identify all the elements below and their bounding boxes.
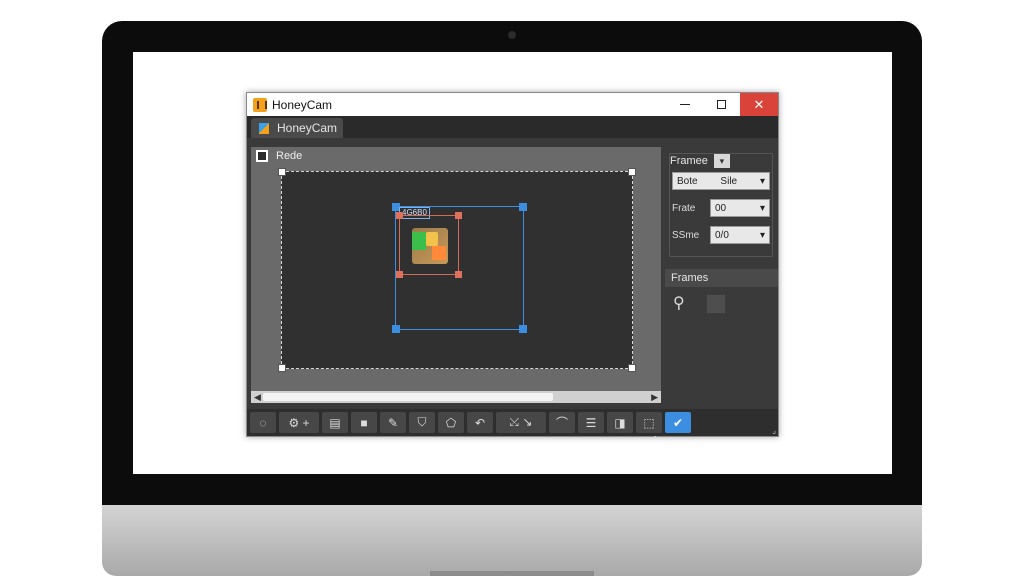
add-frames-button[interactable]: ⚙ +: [279, 412, 319, 433]
monitor-stand: [430, 571, 594, 576]
image-green-shape: [412, 232, 426, 250]
ssme-label: SSme: [672, 229, 700, 241]
frame-settings-dropdown[interactable]: ▾: [713, 154, 730, 168]
honeycam-window: HoneyCam ✕ HoneyCam Rede 4G6B0 ◀ ▶ Frame…: [246, 92, 779, 440]
scroll-left-icon[interactable]: ◀: [254, 391, 261, 403]
honeycam-tab-icon: [259, 122, 269, 134]
frame-settings-title: Framee: [670, 155, 708, 167]
record-area-icon: [256, 150, 268, 162]
scrollbar-thumb[interactable]: [263, 393, 553, 401]
crop-icon[interactable]: ⤩ ↘: [496, 412, 546, 433]
chevron-down-icon: ▾: [759, 202, 765, 214]
arch-icon[interactable]: ⌒: [549, 412, 575, 433]
frame-thumbnail[interactable]: [707, 295, 725, 313]
bote-label: Bote: [677, 175, 698, 187]
object-handle-bottom-right[interactable]: [455, 271, 462, 278]
horizontal-scrollbar[interactable]: ◀ ▶: [251, 391, 661, 403]
bote-select[interactable]: Bote Sile ▾: [672, 172, 770, 190]
capture-canvas-area: Rede 4G6B0 ⌄: [251, 147, 661, 440]
frate-value: 00: [715, 202, 727, 214]
scroll-right-icon[interactable]: ▶: [651, 391, 658, 403]
properties-panel: Framee ▾ Bote Sile ▾ Frate 00 ▾ SSme 0/0…: [665, 147, 778, 409]
tab-label: HoneyCam: [277, 121, 338, 135]
object-handle-top-right[interactable]: [455, 212, 462, 219]
chevron-down-icon: ▾: [759, 175, 765, 187]
frate-label: Frate: [672, 202, 696, 214]
image-orange-shape: [432, 246, 446, 260]
sample-image: [412, 228, 448, 264]
confirm-icon[interactable]: ✔: [665, 412, 691, 433]
canvas-header: Rede: [251, 147, 661, 165]
undo-icon[interactable]: ↶: [467, 412, 493, 433]
palette-icon[interactable]: ◨: [607, 412, 633, 433]
tab-bar: HoneyCam: [247, 116, 778, 138]
object-handle-bottom-left[interactable]: [396, 271, 403, 278]
frame-handle-top-right[interactable]: [628, 168, 636, 176]
chevron-down-icon: ▾: [759, 229, 765, 241]
pen-icon[interactable]: ✎: [380, 412, 406, 433]
tab-honeycam[interactable]: HoneyCam: [251, 118, 343, 138]
bote-value: Sile: [720, 175, 738, 187]
selection-handle-top-right[interactable]: [519, 203, 527, 211]
field-row-ssme: SSme 0/0 ▾: [672, 226, 772, 244]
frame-settings-header: Framee ▾: [670, 154, 730, 168]
document-icon[interactable]: ▤: [322, 412, 348, 433]
maximize-icon: [716, 100, 726, 109]
selection-handle-bottom-left[interactable]: [392, 325, 400, 333]
minimize-icon: [680, 104, 690, 105]
record-toggle-button[interactable]: ◌: [250, 412, 276, 433]
frame-settings-group: Framee ▾ Bote Sile ▾ Frate 00 ▾ SSme 0/0…: [669, 153, 773, 257]
frames-header: Frames: [665, 269, 778, 287]
rectangle-icon[interactable]: ■: [351, 412, 377, 433]
ssme-value: 0/0: [715, 229, 729, 241]
ssme-select[interactable]: 0/0 ▾: [710, 226, 770, 244]
object-handle-top-left[interactable]: [396, 212, 403, 219]
equalizer-icon[interactable]: ☰: [578, 412, 604, 433]
close-icon: ✕: [753, 96, 765, 112]
title-bar[interactable]: HoneyCam ✕: [247, 93, 778, 116]
object-box[interactable]: [396, 212, 462, 278]
frame-handle-bottom-left[interactable]: [278, 364, 286, 372]
polygon-icon[interactable]: ⬠: [438, 412, 464, 433]
bottom-toolbar: ◌ ⚙ + ▤ ■ ✎ ⛉ ⬠ ↶ ⤩ ↘ ⌒ ☰ ◨ ⬚ ✔ ⌟: [247, 409, 778, 436]
window-title: HoneyCam: [272, 97, 333, 112]
field-row-bote: Bote Sile ▾: [672, 172, 772, 190]
minimize-button[interactable]: [667, 93, 703, 116]
close-button[interactable]: ✕: [740, 93, 778, 116]
maximize-button[interactable]: [703, 93, 739, 116]
webcam: [508, 31, 516, 39]
frame-handle-bottom-right[interactable]: [628, 364, 636, 372]
pin-tool-icon[interactable]: ⚲: [673, 293, 685, 313]
shield-icon[interactable]: ⛉: [409, 412, 435, 433]
image-yellow-shape: [426, 232, 438, 246]
frate-select[interactable]: 00 ▾: [710, 199, 770, 217]
field-row-frate: Frate 00 ▾: [672, 199, 772, 217]
selection-handle-bottom-right[interactable]: [519, 325, 527, 333]
resize-grip-icon[interactable]: ⌟: [772, 426, 776, 435]
honeycam-app-icon: [253, 97, 267, 112]
canvas-title: Rede: [276, 150, 303, 162]
frame-handle-top-left[interactable]: [278, 168, 286, 176]
export-icon[interactable]: ⬚: [636, 412, 662, 433]
monitor-chin: [102, 505, 922, 576]
